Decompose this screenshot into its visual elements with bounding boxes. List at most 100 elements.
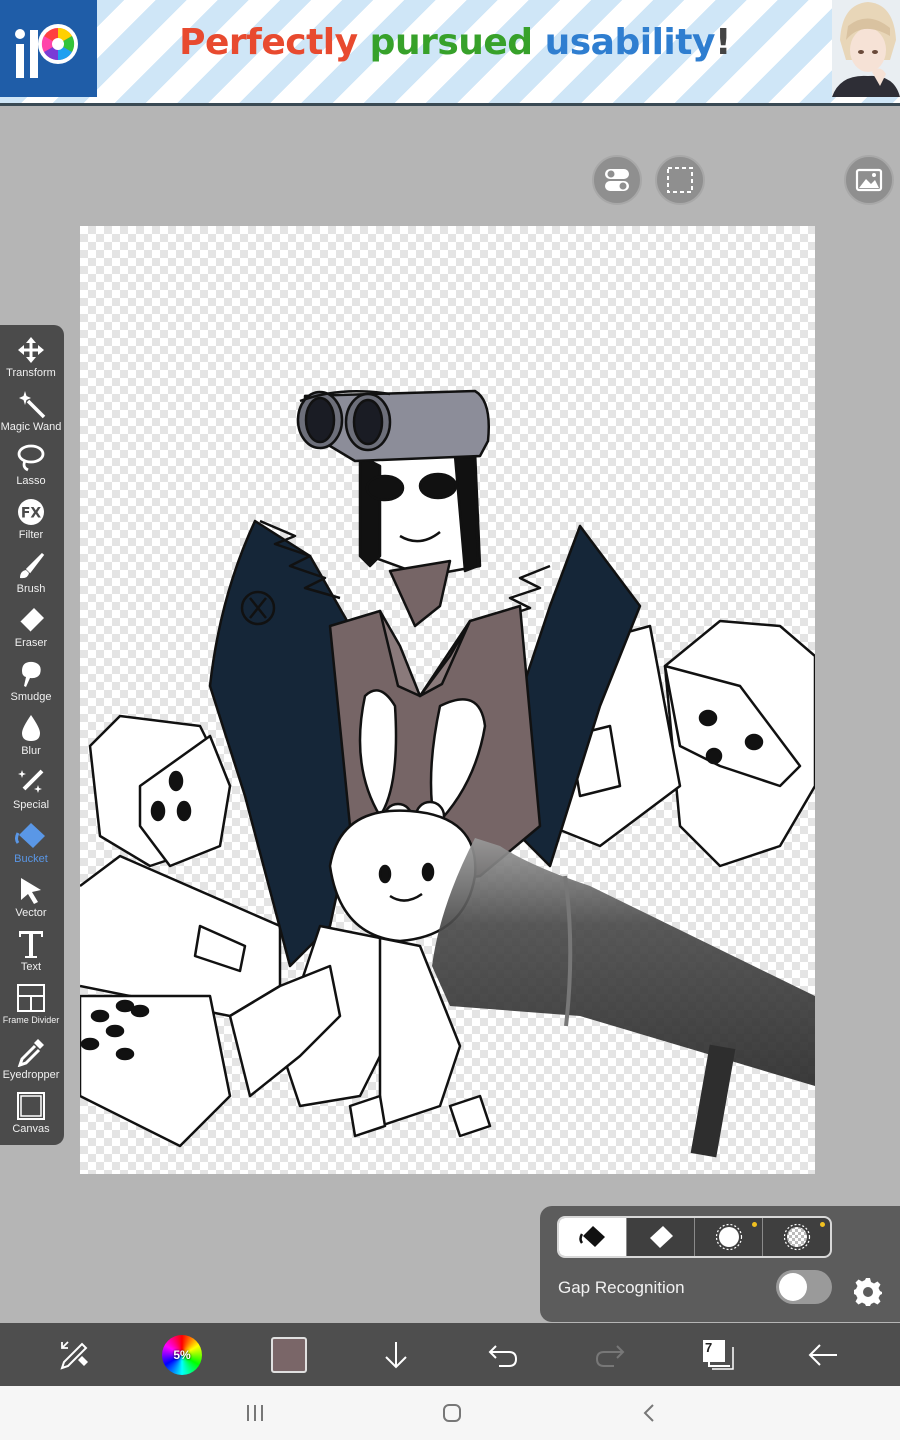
tool-label: Filter — [18, 529, 44, 541]
eyedropper-icon — [14, 1035, 48, 1069]
tool-label: Vector — [15, 907, 47, 919]
toggle-knob — [779, 1273, 807, 1301]
redo-button[interactable] — [588, 1333, 632, 1377]
tool-label: Eyedropper — [2, 1069, 60, 1081]
tool-smudge[interactable]: Smudge — [0, 651, 62, 705]
undo-button[interactable] — [481, 1333, 525, 1377]
tool-special[interactable]: Special — [0, 759, 62, 813]
color-wheel-icon: 5% — [162, 1335, 202, 1375]
current-color-swatch — [271, 1337, 307, 1373]
frame-divider-icon — [14, 981, 48, 1015]
dashed-circle-icon — [715, 1223, 742, 1251]
system-back-button[interactable] — [634, 1400, 664, 1426]
back-button[interactable] — [801, 1333, 845, 1377]
chevron-left-icon — [643, 1404, 654, 1422]
toggle-icon — [605, 169, 629, 191]
brush-size-color-button[interactable]: 5% — [160, 1333, 204, 1377]
pen-swap-icon — [60, 1341, 88, 1370]
layer-count: 7 — [705, 1340, 713, 1355]
layers-button[interactable]: 7 — [695, 1333, 739, 1377]
bucket-icon — [14, 819, 48, 853]
tool-blur[interactable]: Blur — [0, 705, 62, 759]
brush-eraser-swap-button[interactable] — [53, 1333, 97, 1377]
tool-label: Canvas — [12, 1123, 50, 1135]
dashed-selection-icon — [667, 167, 693, 193]
magic-wand-icon — [14, 387, 48, 421]
drawing-canvas[interactable] — [80, 226, 815, 1174]
home-button[interactable] — [437, 1400, 467, 1426]
tool-vector[interactable]: Vector — [0, 867, 62, 921]
gap-recognition-label: Gap Recognition — [558, 1278, 685, 1297]
tool-label: Smudge — [10, 691, 52, 703]
headline-word-1: Perfectly — [179, 22, 358, 63]
reference-image-button[interactable] — [844, 155, 894, 205]
ibispaint-logo — [0, 0, 97, 97]
bucket-mode-transparent[interactable] — [762, 1218, 830, 1256]
tool-eraser[interactable]: Eraser — [0, 597, 62, 651]
recent-apps-button[interactable] — [240, 1400, 270, 1426]
text-t-icon — [14, 927, 48, 961]
banner-character-portrait — [832, 0, 900, 97]
tool-frame-divider[interactable]: Frame Divider — [0, 975, 62, 1029]
bucket-mode-selector — [557, 1216, 832, 1258]
download-button[interactable] — [374, 1333, 418, 1377]
tool-label: Special — [12, 799, 50, 811]
ad-banner[interactable]: Perfectly pursued usability! — [0, 0, 900, 106]
artwork-illustration — [80, 389, 815, 1158]
bottom-action-bar: 5% 7 — [0, 1323, 900, 1386]
bucket-mode-circle[interactable] — [694, 1218, 762, 1256]
tool-magic-wand[interactable]: Magic Wand — [0, 381, 62, 435]
tool-filter[interactable]: FX Filter — [0, 489, 62, 543]
home-icon — [443, 1404, 461, 1422]
recents-icon — [247, 1405, 263, 1421]
tool-canvas[interactable]: Canvas — [0, 1083, 62, 1137]
svg-text:FX: FX — [21, 506, 42, 522]
bucket-settings-button[interactable] — [852, 1276, 884, 1313]
current-color-button[interactable] — [267, 1333, 311, 1377]
lasso-icon — [14, 441, 48, 475]
image-icon — [855, 168, 883, 192]
droplet-icon — [14, 711, 48, 745]
tool-label: Transform — [6, 367, 56, 379]
cursor-arrow-icon — [14, 873, 48, 907]
arrow-left-icon — [808, 1344, 837, 1366]
tool-eyedropper[interactable]: Eyedropper — [0, 1029, 62, 1083]
smudge-icon — [14, 657, 48, 691]
bucket-erase-icon — [649, 1226, 673, 1248]
tool-label: Blur — [21, 745, 41, 757]
tool-sidebar: Transform Magic Wand Lasso FX Filter Bru… — [0, 325, 64, 1145]
checker-circle-icon — [783, 1223, 810, 1251]
fx-icon: FX — [14, 495, 48, 529]
tool-label: Magic Wand — [0, 421, 62, 433]
selection-button[interactable] — [655, 155, 705, 205]
option-dot — [752, 1222, 757, 1227]
bucket-mode-erase[interactable] — [626, 1218, 694, 1256]
tool-lasso[interactable]: Lasso — [0, 435, 62, 489]
special-pen-icon — [14, 765, 48, 799]
tool-label: Brush — [16, 583, 46, 595]
toggle-settings-button[interactable] — [592, 155, 642, 205]
gear-icon — [854, 1278, 882, 1306]
tool-label: Lasso — [16, 475, 46, 487]
undo-icon — [488, 1345, 518, 1367]
bucket-fill-icon — [578, 1226, 605, 1247]
move-arrows-icon — [14, 333, 48, 367]
ibispaint-app: Perfectly pursued usability! Transform M… — [0, 0, 900, 1440]
system-navigation-bar — [0, 1386, 900, 1440]
gap-recognition-toggle[interactable] — [776, 1270, 832, 1304]
tool-label: Frame Divider — [2, 1015, 60, 1025]
bucket-options-panel: Gap Recognition — [540, 1206, 900, 1322]
tool-brush[interactable]: Brush — [0, 543, 62, 597]
headline-exclamation: ! — [714, 22, 731, 63]
tool-transform[interactable]: Transform — [0, 327, 62, 381]
eraser-icon — [14, 603, 48, 637]
tool-bucket[interactable]: Bucket — [0, 813, 62, 867]
option-dot — [820, 1222, 825, 1227]
tool-label: Text — [20, 961, 42, 973]
headline-word-3: usability — [544, 22, 716, 63]
arrow-down-icon — [385, 1342, 407, 1369]
bucket-mode-fill[interactable] — [559, 1218, 626, 1256]
tool-text[interactable]: Text — [0, 921, 62, 975]
brush-icon — [14, 549, 48, 583]
redo-icon — [595, 1345, 625, 1367]
